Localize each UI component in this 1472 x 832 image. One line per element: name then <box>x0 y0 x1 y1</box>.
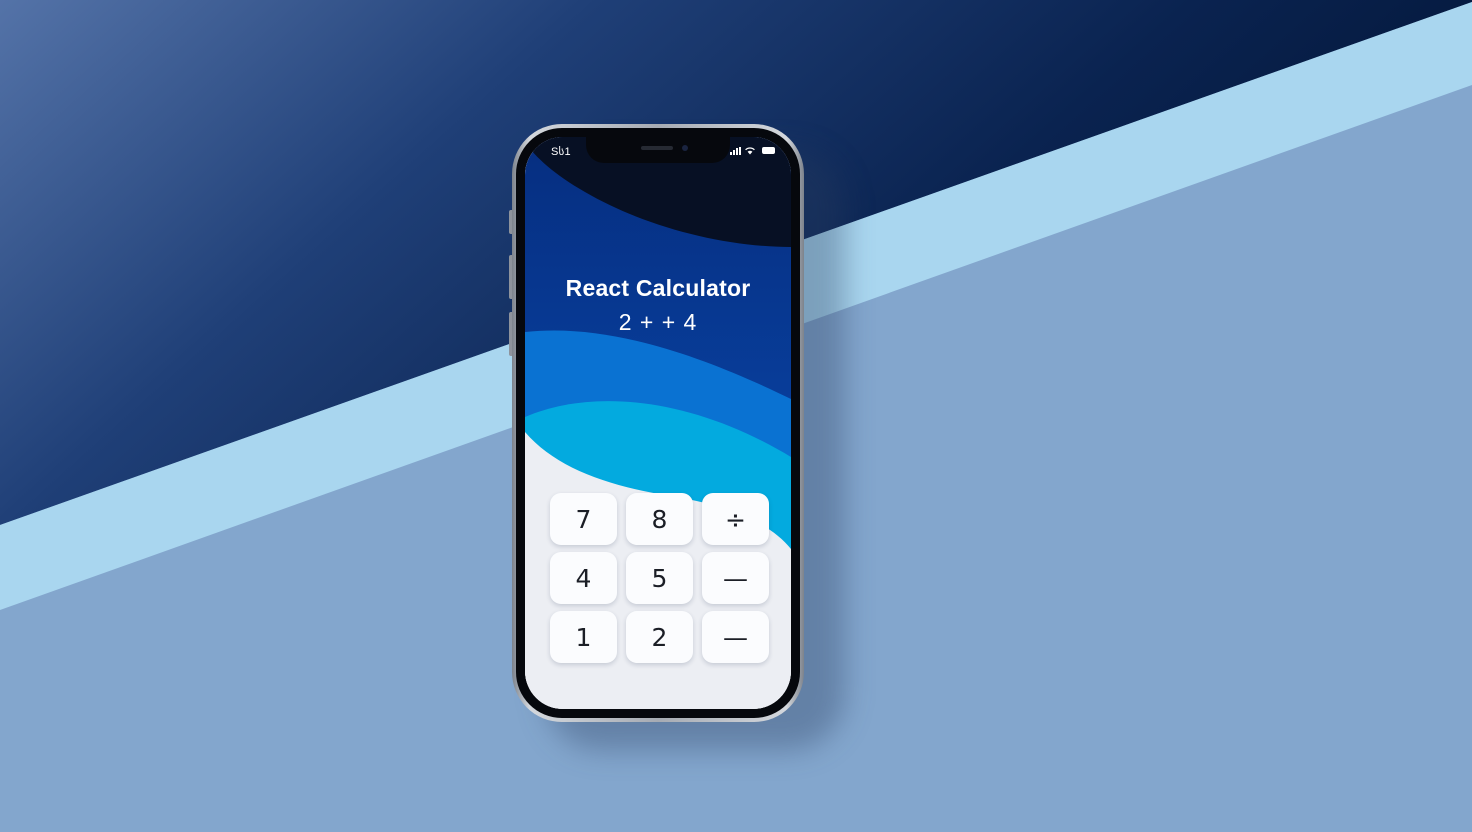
front-camera <box>682 145 688 151</box>
notch <box>586 137 730 163</box>
key-5-button[interactable]: 5 <box>626 552 693 604</box>
battery-icon <box>762 147 775 154</box>
key-7-button[interactable]: 7 <box>550 493 617 545</box>
key-2-button[interactable]: 2 <box>626 611 693 663</box>
wifi-icon <box>745 147 755 155</box>
status-carrier: Sს1 <box>551 146 571 158</box>
key-4-button[interactable]: 4 <box>550 552 617 604</box>
minus-button-2[interactable]: — <box>702 611 769 663</box>
keypad: 7 8 ÷ 4 5 — 1 2 — <box>550 493 772 663</box>
signal-icon <box>730 146 741 155</box>
status-icons <box>730 146 775 155</box>
key-8-button[interactable]: 8 <box>626 493 693 545</box>
minus-button[interactable]: — <box>702 552 769 604</box>
phone-screen: Sს1 React Calculator 2 + + 4 7 8 ÷ 4 5 —… <box>525 137 791 709</box>
divide-button[interactable]: ÷ <box>702 493 769 545</box>
expression-display: 2 + + 4 <box>618 309 698 335</box>
phone-bezel: Sს1 React Calculator 2 + + 4 7 8 ÷ 4 5 —… <box>516 128 800 718</box>
app-title: React Calculator <box>565 275 751 301</box>
key-1-button[interactable]: 1 <box>550 611 617 663</box>
phone-frame: Sს1 React Calculator 2 + + 4 7 8 ÷ 4 5 —… <box>512 124 804 722</box>
scene-background: Sს1 React Calculator 2 + + 4 7 8 ÷ 4 5 —… <box>0 0 1472 832</box>
speaker-grille <box>641 146 673 150</box>
